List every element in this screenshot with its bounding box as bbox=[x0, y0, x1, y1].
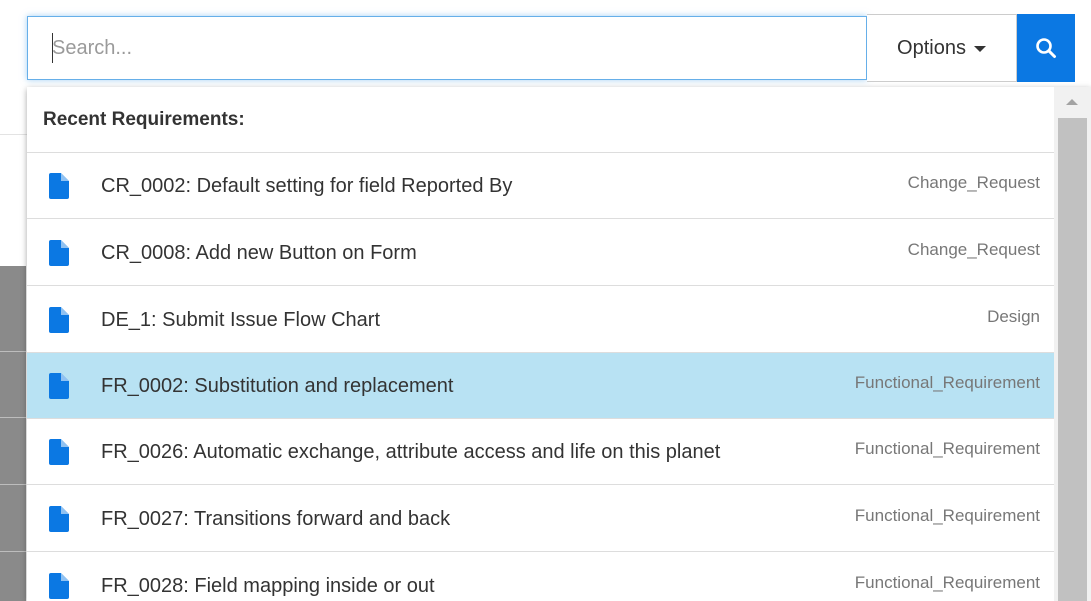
background-divider bbox=[0, 484, 26, 485]
result-type: Change_Request bbox=[907, 173, 1040, 192]
result-type: Design bbox=[987, 307, 1040, 326]
result-item[interactable]: FR_0026: Automatic exchange, attribute a… bbox=[27, 419, 1054, 485]
result-item[interactable]: FR_0027: Transitions forward and back Fu… bbox=[27, 486, 1054, 552]
result-title: FR_0027: Transitions forward and back bbox=[101, 508, 451, 530]
text-cursor bbox=[52, 33, 53, 63]
recent-requirements-header: Recent Requirements: bbox=[27, 87, 1054, 153]
result-title: FR_0028: Field mapping inside or out bbox=[101, 575, 435, 597]
scroll-up-arrow-icon[interactable] bbox=[1066, 99, 1078, 105]
document-icon bbox=[49, 573, 69, 599]
result-type: Change_Request bbox=[907, 240, 1040, 259]
document-icon bbox=[49, 307, 69, 333]
background-divider bbox=[0, 417, 26, 418]
result-item[interactable]: DE_1: Submit Issue Flow Chart Design bbox=[27, 287, 1054, 353]
search-results-dropdown: Recent Requirements: CR_0002: Default se… bbox=[27, 87, 1091, 601]
options-button[interactable]: Options bbox=[867, 14, 1017, 82]
result-item[interactable]: CR_0002: Default setting for field Repor… bbox=[27, 153, 1054, 219]
result-item-selected[interactable]: FR_0002: Substitution and replacement Fu… bbox=[27, 353, 1054, 419]
background-divider bbox=[0, 551, 26, 552]
result-type: Functional_Requirement bbox=[854, 373, 1040, 392]
document-icon bbox=[49, 373, 69, 399]
document-icon bbox=[49, 439, 69, 465]
result-item[interactable]: CR_0008: Add new Button on Form Change_R… bbox=[27, 220, 1054, 286]
caret-down-icon bbox=[973, 46, 986, 52]
options-label: Options bbox=[897, 36, 966, 59]
result-title: FR_0026: Automatic exchange, attribute a… bbox=[101, 441, 721, 463]
search-input[interactable] bbox=[27, 16, 867, 80]
search-icon bbox=[1036, 38, 1056, 58]
result-title: CR_0008: Add new Button on Form bbox=[101, 242, 417, 264]
result-title: FR_0002: Substitution and replacement bbox=[101, 375, 454, 397]
result-title: DE_1: Submit Issue Flow Chart bbox=[101, 309, 380, 331]
result-item[interactable]: FR_0028: Field mapping inside or out Fun… bbox=[27, 553, 1054, 601]
result-type: Functional_Requirement bbox=[854, 439, 1040, 458]
scrollbar-thumb[interactable] bbox=[1058, 118, 1087, 601]
document-icon bbox=[49, 240, 69, 266]
scrollbar[interactable] bbox=[1054, 87, 1091, 601]
result-title: CR_0002: Default setting for field Repor… bbox=[101, 175, 513, 197]
search-button[interactable] bbox=[1017, 14, 1075, 82]
background-divider bbox=[0, 351, 26, 352]
result-type: Functional_Requirement bbox=[854, 506, 1040, 525]
document-icon bbox=[49, 173, 69, 199]
result-type: Functional_Requirement bbox=[854, 573, 1040, 592]
document-icon bbox=[49, 506, 69, 532]
